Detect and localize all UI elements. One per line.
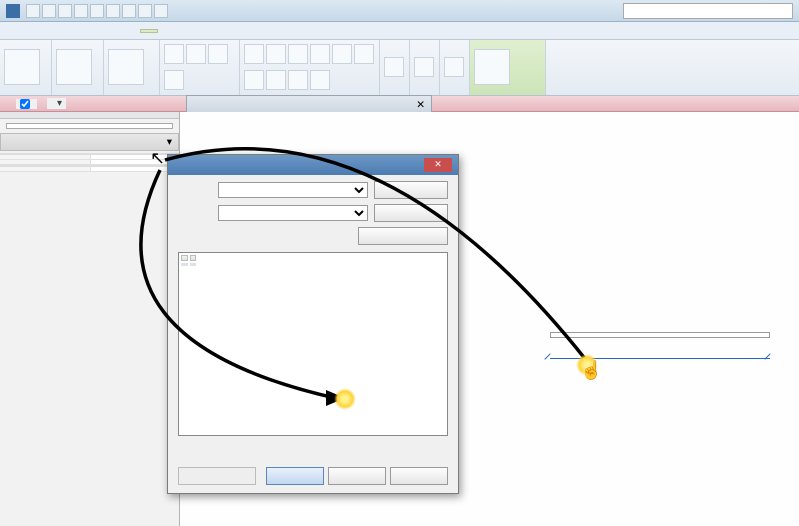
help-search-input[interactable]	[623, 3, 793, 19]
aceptar-button[interactable]	[266, 467, 324, 485]
qat-cloud-icon[interactable]	[138, 4, 152, 18]
ribbon-group-portapapeles	[104, 40, 160, 95]
parameters-table[interactable]	[178, 252, 448, 436]
preferido-label: ▾	[47, 98, 66, 109]
offset-icon[interactable]	[288, 70, 308, 90]
trim-icon[interactable]	[244, 70, 264, 90]
close-icon[interactable]: ✕	[416, 99, 425, 111]
tipo-select[interactable]	[218, 205, 368, 221]
cursor-hand-icon: ☝	[580, 360, 598, 382]
recorte-icon[interactable]	[164, 44, 184, 64]
qat-save-icon[interactable]	[42, 4, 56, 18]
ribbon-group-propiedades	[52, 40, 104, 95]
qat-undo-icon[interactable]	[58, 4, 72, 18]
ribbon-group-linea-ref	[470, 40, 546, 95]
scale-icon[interactable]	[310, 70, 330, 90]
geom-icon[interactable]	[164, 70, 184, 90]
tab-modificar-cotas[interactable]	[140, 29, 158, 33]
align-icon[interactable]	[354, 44, 374, 64]
cargar-button[interactable]	[374, 181, 448, 199]
properties-panel-title	[0, 112, 179, 119]
modify-icon[interactable]	[4, 49, 40, 85]
qat-sync-icon[interactable]	[106, 4, 120, 18]
properties-panel: ▾	[0, 112, 180, 526]
array-icon[interactable]	[332, 44, 352, 64]
duplicar-button[interactable]	[374, 204, 448, 222]
app-icon	[6, 4, 20, 18]
unir-icon[interactable]	[208, 44, 228, 64]
rotate-icon[interactable]	[288, 44, 308, 64]
wall-element[interactable]	[550, 332, 770, 338]
type-properties-dialog: ✕	[167, 154, 459, 494]
properties-icon[interactable]	[56, 49, 92, 85]
ribbon-group-vista	[380, 40, 410, 95]
cancelar-button[interactable]	[328, 467, 386, 485]
dialog-close-icon[interactable]: ✕	[424, 158, 452, 172]
ribbon-group-geometria	[160, 40, 240, 95]
quick-access-toolbar[interactable]	[26, 4, 168, 18]
view-icon[interactable]	[384, 57, 404, 77]
copy-icon[interactable]	[266, 44, 286, 64]
move-icon[interactable]	[244, 44, 264, 64]
mirror-icon[interactable]	[310, 44, 330, 64]
ribbon	[0, 40, 799, 96]
paste-icon[interactable]	[108, 49, 144, 85]
cortar-icon[interactable]	[186, 44, 206, 64]
qat-print-icon[interactable]	[90, 4, 104, 18]
directriz-checkbox[interactable]	[16, 99, 37, 109]
type-selector[interactable]	[6, 123, 173, 129]
title-bar	[0, 0, 799, 22]
familia-select[interactable]	[218, 182, 368, 198]
qat-measure-icon[interactable]	[122, 4, 136, 18]
vista-previa-button[interactable]	[178, 467, 256, 485]
split-icon[interactable]	[266, 70, 286, 90]
dialog-titlebar[interactable]: ✕	[168, 155, 458, 175]
ribbon-group-medir	[410, 40, 440, 95]
qat-open-icon[interactable]	[26, 4, 40, 18]
ribbon-group-seleccionar	[0, 40, 52, 95]
cambiar-nombre-button[interactable]	[358, 227, 448, 245]
cursor-icon: ↖	[150, 148, 168, 170]
ribbon-tabs[interactable]	[0, 22, 799, 40]
qat-redo-icon[interactable]	[74, 4, 88, 18]
highlight-flash-icon	[334, 388, 356, 410]
measure-icon[interactable]	[414, 57, 434, 77]
ribbon-group-crear	[440, 40, 470, 95]
edit-reflines-icon[interactable]	[474, 49, 510, 85]
qat-more-icon[interactable]	[154, 4, 168, 18]
aplicar-button[interactable]	[390, 467, 448, 485]
create-icon[interactable]	[444, 57, 464, 77]
ribbon-group-modificar	[240, 40, 380, 95]
